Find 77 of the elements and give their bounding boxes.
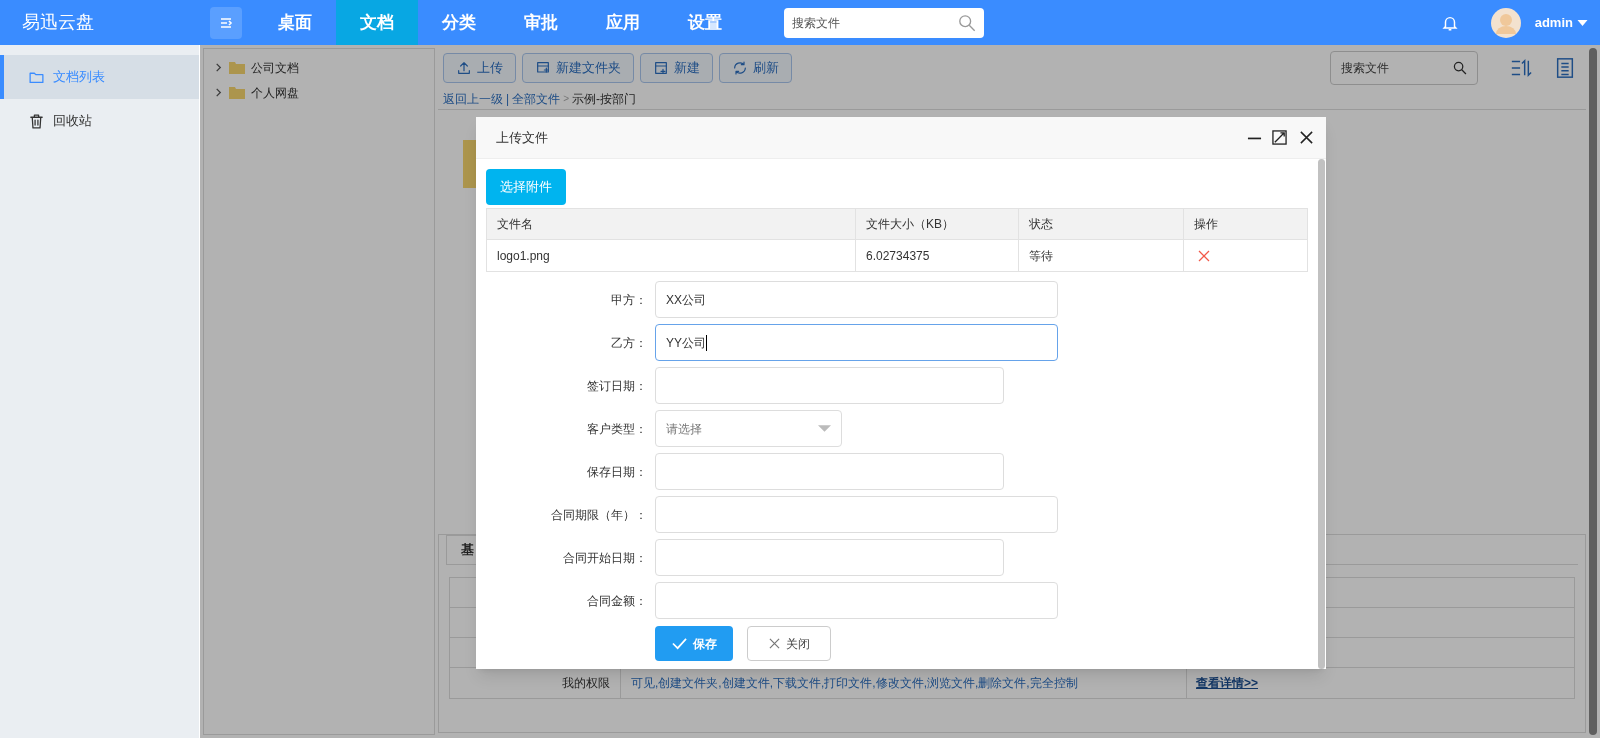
input-field[interactable] (655, 496, 1058, 533)
close-icon[interactable] (1299, 130, 1314, 145)
check-icon (671, 636, 687, 651)
caret-icon (1577, 19, 1588, 26)
select-field[interactable]: 请选择 (655, 410, 842, 447)
field-label: 客户类型： (586, 420, 648, 438)
search-input[interactable]: 搜索文件 (792, 13, 958, 32)
nav-tab[interactable]: 设置 (664, 0, 746, 45)
field-label: 合同金额： (586, 592, 648, 610)
file-search-field[interactable]: 搜索文件 (1330, 51, 1478, 85)
folder-add-icon (535, 60, 551, 76)
caret-icon (818, 425, 831, 432)
breadcrumb-separator: > (563, 92, 569, 106)
app-title: 易迅云盘 (21, 11, 95, 34)
upload-icon (456, 60, 472, 76)
avatar[interactable] (1490, 7, 1521, 38)
save-button[interactable]: 保存 (655, 626, 733, 661)
search-field[interactable]: 搜索文件 (784, 7, 984, 38)
nav-tab[interactable]: 审批 (500, 0, 582, 45)
field-label: 保存日期： (586, 463, 648, 481)
folder-icon (229, 61, 245, 74)
column-header: 文件大小（KB） (856, 209, 1019, 239)
list-icon[interactable] (1554, 57, 1576, 79)
new-file-icon (653, 60, 669, 76)
nav-tab[interactable]: 应用 (582, 0, 664, 45)
folder-icon (229, 86, 245, 99)
toolbar-button[interactable]: 新建文件夹 (522, 53, 634, 83)
nav-tab[interactable]: 桌面 (254, 0, 336, 45)
sort-icon[interactable] (1510, 57, 1532, 79)
table-cell: 6.02734375 (856, 240, 1019, 271)
table-cell: 等待 (1019, 240, 1184, 271)
close-icon (768, 638, 780, 649)
scrollbar[interactable] (1318, 159, 1325, 669)
field-label: 乙方： (610, 334, 648, 352)
menu-button[interactable] (210, 6, 242, 39)
breadcrumb-current: 示例-按部门 (571, 90, 636, 108)
toolbar-button[interactable]: 刷新 (719, 53, 792, 83)
field-label: 合同期限（年）： (550, 506, 648, 524)
close-button[interactable]: 关闭 (747, 626, 831, 661)
permission-list: 可见,创建文件夹,创建文件,下载文件,打印文件,修改文件,浏览文件,删除文件,完全控制 (631, 674, 1078, 692)
column-header: 状态 (1019, 209, 1184, 239)
breadcrumb-link[interactable]: 全部文件 (512, 89, 561, 108)
input-field[interactable] (655, 367, 1004, 404)
input-field[interactable] (655, 582, 1058, 619)
sidebar-item[interactable]: 文档列表 (0, 55, 199, 99)
input-field[interactable]: YY公司 (655, 324, 1058, 361)
search-icon (958, 13, 976, 32)
search-input[interactable]: 搜索文件 (1341, 59, 1453, 77)
trash-icon (28, 112, 45, 130)
row-label: 我的权限 (562, 675, 610, 692)
toolbar-button[interactable]: 新建 (640, 53, 713, 83)
column-header: 操作 (1193, 216, 1219, 233)
field-label: 甲方： (610, 291, 648, 309)
delete-icon[interactable] (1198, 249, 1210, 262)
scrollbar[interactable] (1589, 48, 1597, 735)
tree-item[interactable]: 个人网盘 (214, 80, 434, 105)
maximize-icon[interactable] (1272, 130, 1287, 145)
table-cell: logo1.png (487, 240, 856, 271)
search-icon (1453, 61, 1467, 75)
input-field[interactable] (655, 453, 1004, 490)
nav-tab[interactable]: 文档 (336, 0, 418, 45)
sidebar-item[interactable]: 回收站 (0, 99, 199, 143)
input-field[interactable]: XX公司 (655, 281, 1058, 318)
column-header: 文件名 (487, 209, 856, 239)
user-menu[interactable]: admin (1534, 12, 1588, 33)
toolbar-button[interactable]: 上传 (443, 53, 516, 83)
dialog-title: 上传文件 (496, 128, 549, 147)
details-link[interactable]: 查看详情>> (1196, 674, 1258, 692)
breadcrumb-link[interactable]: 返回上一级 (443, 89, 503, 108)
refresh-icon (732, 60, 748, 76)
input-field[interactable] (655, 539, 1004, 576)
tree-item[interactable]: 公司文档 (214, 55, 434, 80)
choose-file-button[interactable]: 选择附件 (486, 169, 566, 205)
nav-tab[interactable]: 分类 (418, 0, 500, 45)
breadcrumb-separator: | (506, 90, 510, 108)
field-label: 合同开始日期： (562, 549, 648, 567)
field-label: 签订日期： (586, 377, 648, 395)
